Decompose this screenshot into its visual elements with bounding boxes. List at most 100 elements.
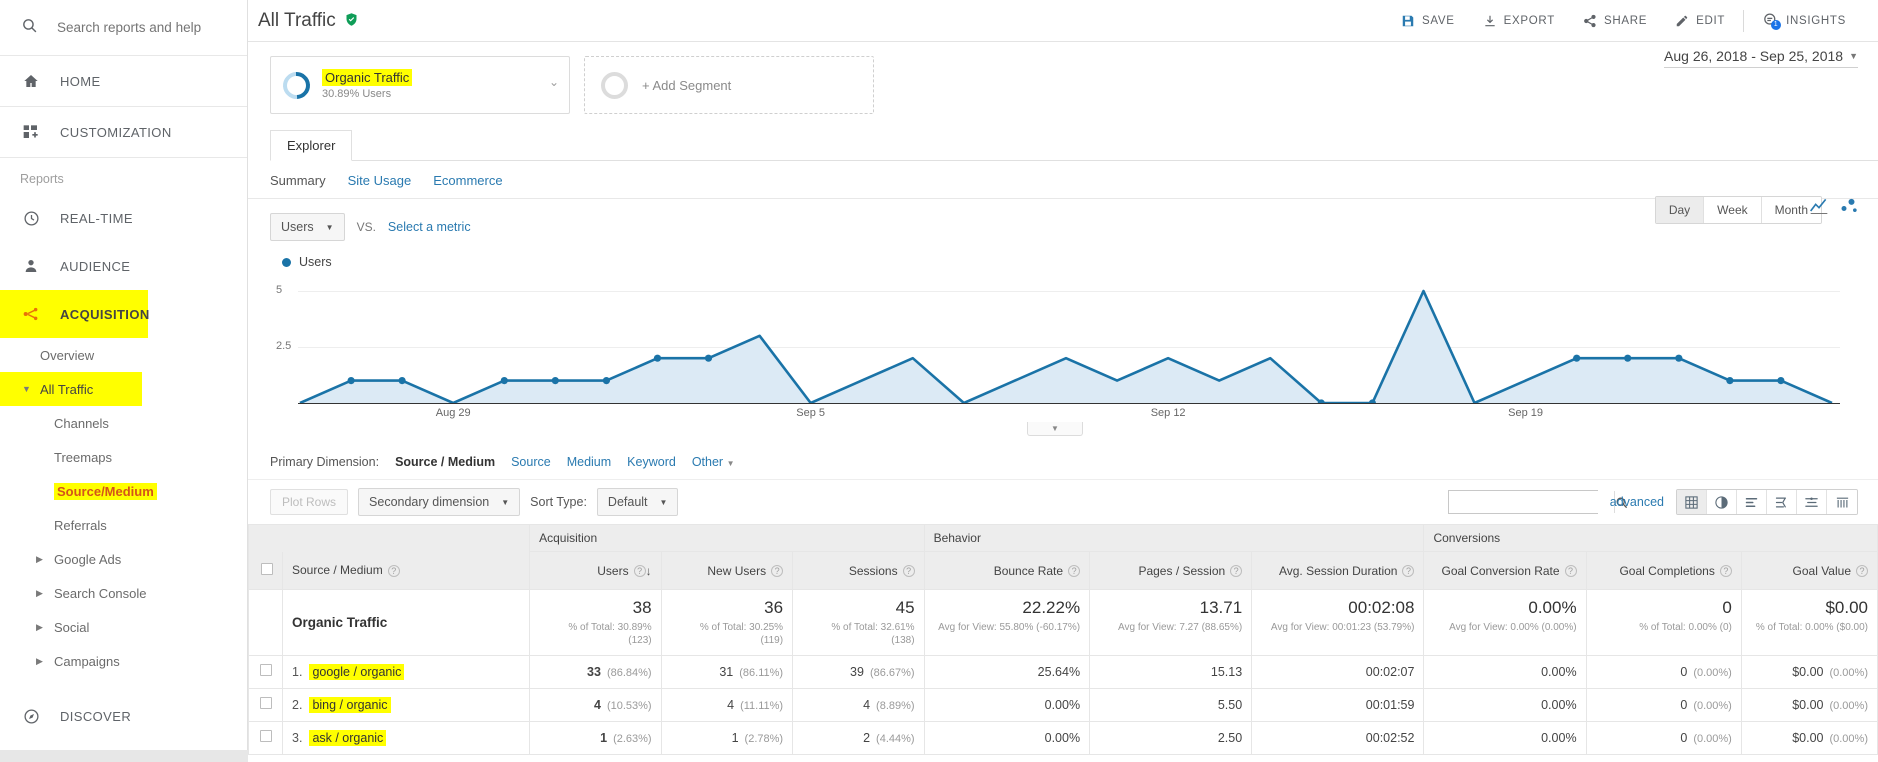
sidebar-item-audience[interactable]: AUDIENCE (0, 242, 247, 290)
advanced-link[interactable]: advanced (1610, 495, 1664, 509)
summary-value: 00:02:08 (1261, 598, 1414, 618)
sidebar-item-search-console[interactable]: ▶ Search Console (0, 576, 247, 610)
sidebar-item-discover[interactable]: DISCOVER (0, 692, 247, 740)
segment-organic-traffic[interactable]: Organic Traffic 30.89% Users ⌄ (270, 56, 570, 114)
table-search-input[interactable] (1449, 491, 1614, 513)
row-name[interactable]: ask / organic (309, 730, 386, 746)
row-checkbox[interactable] (260, 730, 272, 742)
help-icon[interactable]: ? (1565, 565, 1577, 577)
sort-type-select[interactable]: Default ▼ (597, 488, 679, 516)
sidebar-item-google-ads[interactable]: ▶ Google Ads (0, 542, 247, 576)
add-segment-button[interactable]: + Add Segment (584, 56, 874, 114)
chart-collapse-toggle[interactable]: ▼ (1027, 422, 1083, 436)
col-pages-session[interactable]: Pages / Session? (1090, 552, 1252, 590)
tab-summary[interactable]: Summary (270, 173, 326, 188)
table-view-icon[interactable] (1677, 490, 1707, 514)
row-checkbox-cell[interactable] (249, 656, 283, 689)
help-icon[interactable]: ? (1402, 565, 1414, 577)
table-row[interactable]: 2.bing / organic4(10.53%)4(11.11%)4(8.89… (249, 689, 1878, 722)
col-avg-session-duration[interactable]: Avg. Session Duration? (1252, 552, 1424, 590)
col-bounce-rate[interactable]: Bounce Rate? (924, 552, 1090, 590)
granularity-week[interactable]: Week (1704, 197, 1761, 223)
sidebar-item-source-medium[interactable]: Source/Medium (0, 474, 247, 508)
metric-select[interactable]: Users ▼ (270, 213, 345, 241)
pivot-view-icon[interactable] (1827, 490, 1857, 514)
row-checkbox-cell[interactable] (249, 689, 283, 722)
insights-button[interactable]: 1 INSIGHTS (1748, 12, 1860, 29)
summary-value: 22.22% (934, 598, 1081, 618)
sidebar-item-social[interactable]: ▶ Social (0, 610, 247, 644)
plot-rows-button[interactable]: Plot Rows (270, 489, 348, 515)
primary-dimension-other[interactable]: Other ▼ (692, 455, 735, 469)
pie-view-icon[interactable] (1707, 490, 1737, 514)
sidebar-item-treemaps[interactable]: Treemaps (0, 440, 247, 474)
share-button[interactable]: SHARE (1569, 14, 1661, 28)
help-icon[interactable]: ? (771, 565, 783, 577)
sort-desc-icon[interactable]: ↓ (646, 564, 652, 578)
col-goal-completions[interactable]: Goal Completions? (1586, 552, 1741, 590)
vs-label: VS. (357, 220, 376, 234)
tab-site-usage[interactable]: Site Usage (348, 173, 412, 188)
help-icon[interactable]: ? (1068, 565, 1080, 577)
pencil-icon (1675, 14, 1689, 28)
col-goal-value[interactable]: Goal Value? (1741, 552, 1877, 590)
col-new-users[interactable]: New Users? (661, 552, 792, 590)
table-row[interactable]: 3.ask / organic1(2.63%)1(2.78%)2(4.44%)0… (249, 722, 1878, 755)
tab-ecommerce[interactable]: Ecommerce (433, 173, 502, 188)
save-button[interactable]: SAVE (1387, 14, 1469, 28)
sidebar-item-all-traffic[interactable]: ▼ All Traffic (0, 372, 247, 406)
sidebar-item-real-time[interactable]: REAL-TIME (0, 194, 247, 242)
sidebar-search[interactable] (0, 0, 247, 56)
row-checkbox[interactable] (260, 697, 272, 709)
help-icon[interactable]: ? (1230, 565, 1242, 577)
date-range-picker[interactable]: Aug 26, 2018 - Sep 25, 2018 ▼ (1664, 48, 1858, 68)
select-a-metric-link[interactable]: Select a metric (388, 220, 471, 234)
sidebar-item-channels[interactable]: Channels (0, 406, 247, 440)
sidebar-item-acquisition[interactable]: ACQUISITION (0, 290, 247, 338)
table-search[interactable] (1448, 490, 1598, 514)
sidebar-item-overview[interactable]: Overview (0, 338, 247, 372)
granularity-day[interactable]: Day (1656, 197, 1704, 223)
row-checkbox-cell[interactable] (249, 722, 283, 755)
motion-chart-icon[interactable] (1838, 196, 1860, 221)
help-icon[interactable]: ? (903, 565, 915, 577)
group-header-behavior: Behavior (924, 525, 1424, 552)
row-name[interactable]: google / organic (309, 664, 404, 680)
sidebar-item-home[interactable]: HOME (0, 56, 247, 107)
summary-cell: 0.00%Avg for View: 0.00% (0.00%) (1424, 590, 1586, 656)
row-checkbox[interactable] (260, 664, 272, 676)
sidebar-sub-label: Social (54, 620, 89, 635)
col-goal-conversion-rate[interactable]: Goal Conversion Rate? (1424, 552, 1586, 590)
primary-dimension-medium[interactable]: Medium (567, 455, 611, 469)
line-chart-icon[interactable] (1808, 196, 1830, 221)
select-all-checkbox[interactable] (261, 563, 273, 575)
primary-dimension-source[interactable]: Source (511, 455, 551, 469)
help-icon[interactable]: ? (634, 565, 646, 577)
help-icon[interactable]: ? (1720, 565, 1732, 577)
primary-dimension-keyword[interactable]: Keyword (627, 455, 676, 469)
help-icon[interactable]: ? (1856, 565, 1868, 577)
col-users[interactable]: Users?↓ (530, 552, 661, 590)
help-icon[interactable]: ? (388, 565, 400, 577)
term-cloud-icon[interactable] (1797, 490, 1827, 514)
export-button[interactable]: EXPORT (1469, 14, 1569, 28)
sidebar-item-customization[interactable]: CUSTOMIZATION (0, 107, 247, 158)
edit-button[interactable]: EDIT (1661, 14, 1739, 28)
performance-view-icon[interactable] (1737, 490, 1767, 514)
sidebar-item-campaigns[interactable]: ▶ Campaigns (0, 644, 247, 678)
row-name[interactable]: bing / organic (309, 697, 390, 713)
col-source-medium[interactable]: Source / Medium? (283, 552, 530, 590)
select-all-checkbox-cell[interactable] (249, 552, 283, 590)
comparison-view-icon[interactable] (1767, 490, 1797, 514)
summary-sub: % of Total: 30.89%(123) (539, 621, 651, 647)
secondary-dimension-select[interactable]: Secondary dimension ▼ (358, 488, 520, 516)
cell-value: 39 (850, 665, 864, 679)
search-input[interactable] (57, 20, 227, 35)
metric-select-value: Users (281, 220, 314, 234)
chevron-down-icon[interactable]: ⌄ (549, 75, 559, 89)
table-row[interactable]: 1.google / organic33(86.84%)31(86.11%)39… (249, 656, 1878, 689)
tab-explorer[interactable]: Explorer (270, 130, 352, 161)
cell-value: 1 (732, 731, 739, 745)
sidebar-item-referrals[interactable]: Referrals (0, 508, 247, 542)
col-sessions[interactable]: Sessions? (793, 552, 925, 590)
